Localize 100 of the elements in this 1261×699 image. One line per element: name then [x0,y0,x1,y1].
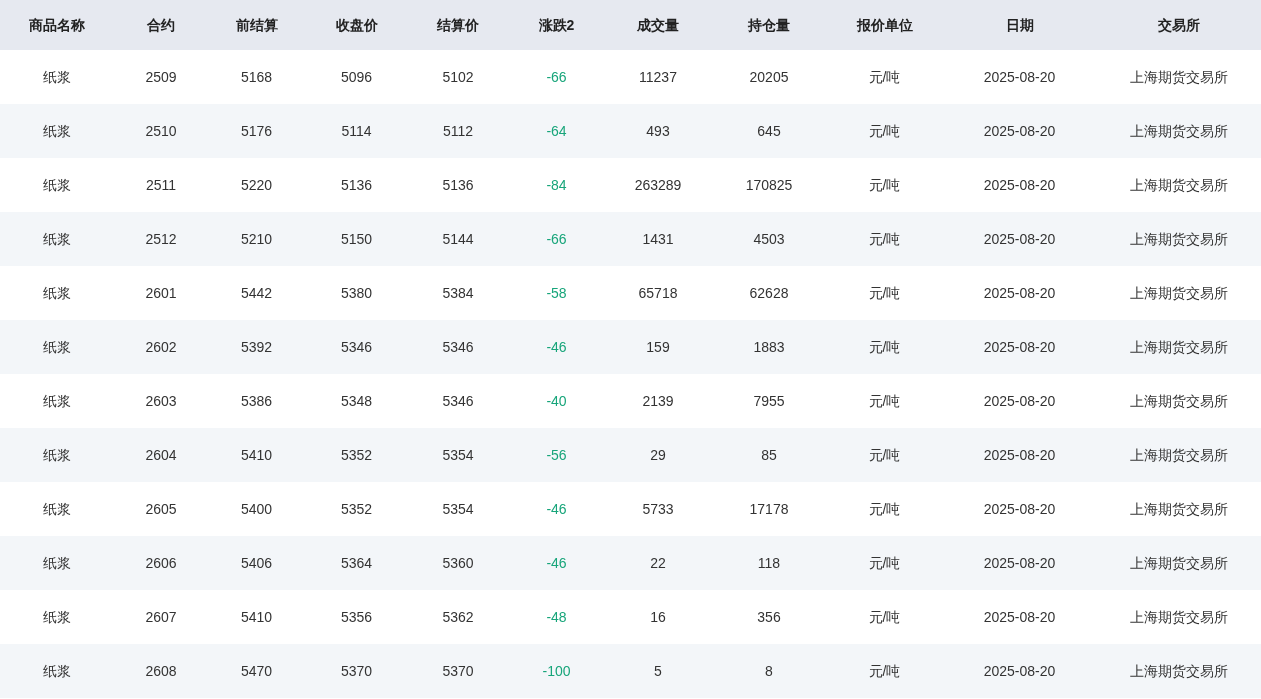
table-cell-text: 493 [646,121,670,141]
table-cell-text: 5442 [240,283,273,303]
table-cell-text: 5400 [240,499,273,519]
table-cell-text: 元/吨 [868,553,901,573]
table-cell-text: 5352 [340,499,373,519]
table-cell-text: 纸浆 [43,229,71,249]
table-cell-text: 65718 [638,283,678,303]
table-cell-text: 5114 [341,121,372,141]
table-cell-text: 上海期货交易所 [1130,121,1228,141]
table-cell-text: 2025-08-20 [983,661,1056,681]
table-cell-text: 上海期货交易所 [1130,337,1228,357]
table-cell-text: 5410 [240,607,273,627]
table-cell-text: 5354 [442,499,474,519]
table-cell-text: 5386 [240,391,273,411]
table-cell-text: 元/吨 [868,229,901,249]
table-cell-text: 5346 [442,337,474,357]
table-cell-text: 纸浆 [43,391,71,411]
table-cell-text: 5210 [240,229,273,249]
table-cell-text: 5112 [442,121,474,141]
column-header: 日期 [1005,15,1034,35]
table-cell-text: 上海期货交易所 [1130,553,1228,573]
column-header: 报价单位 [856,15,913,35]
price-change-cell-text: -66 [546,229,567,249]
table-cell-text: 2025-08-20 [983,121,1056,141]
table-cell-text: 纸浆 [43,499,71,519]
table-cell-text: 上海期货交易所 [1130,229,1228,249]
table-cell-text: 上海期货交易所 [1130,607,1228,627]
table-cell-text: 5370 [442,661,474,681]
table-cell-text: 2025-08-20 [983,229,1056,249]
table-cell-text: 5150 [340,229,373,249]
table-cell-text: 纸浆 [43,121,71,141]
table-cell-text: 7955 [753,391,785,411]
table-cell-text: 5384 [442,283,474,303]
price-change-cell-text: -40 [546,391,567,411]
price-change-cell-text: -84 [546,175,567,195]
table-cell-text: 2601 [145,283,177,303]
table-cell-text: 纸浆 [43,67,71,87]
table-cell-text: 5346 [340,337,373,357]
price-change-cell-text: -64 [546,121,567,141]
table-cell-text: 纸浆 [43,607,71,627]
column-header: 持仓量 [748,15,790,35]
table-cell-text: 5380 [340,283,373,303]
table-cell-text: 2509 [145,67,177,87]
price-change-cell-text: -46 [546,499,567,519]
table-cell-text: 2025-08-20 [983,607,1056,627]
table-cell-text: 5406 [240,553,273,573]
table-cell-text: 上海期货交易所 [1130,499,1228,519]
table-cell-text: 62628 [749,283,789,303]
table-cell-text: 2025-08-20 [983,391,1056,411]
table-cell-text: 645 [757,121,781,141]
table-cell-text: 5176 [240,121,273,141]
price-change-cell-text: -46 [546,337,567,357]
table-cell-text: 5356 [340,607,373,627]
table-cell-text: 元/吨 [868,67,901,87]
table-cell-text: 5348 [340,391,373,411]
table-cell-text: 5168 [240,67,273,87]
table-cell-text: 5102 [442,67,474,87]
table-cell-text: 118 [757,553,781,573]
column-header: 前结算 [235,15,278,35]
table-cell-text: 5370 [340,661,373,681]
table-cell-text: 2512 [145,229,177,249]
table-cell-text: 上海期货交易所 [1130,391,1228,411]
table-cell-text: 5354 [442,445,474,465]
table-cell-text: 29 [650,445,666,465]
table-cell-text: 263289 [634,175,682,195]
table-cell-text: 4503 [753,229,785,249]
table-cell-text: 纸浆 [43,661,71,681]
table-cell-text: 5364 [340,553,373,573]
table-cell-text: 85 [761,445,777,465]
table-cell-text: 元/吨 [868,607,901,627]
table-cell-text: 2607 [145,607,177,627]
table-cell-text: 11237 [639,67,677,87]
table-cell-text: 5 [654,661,662,681]
table-cell-text: 2025-08-20 [983,67,1056,87]
table-cell-text: 5144 [442,229,474,249]
table-cell-text: 纸浆 [43,283,71,303]
table-cell-text: 5733 [642,499,674,519]
table-cell-text: 元/吨 [868,121,901,141]
table-cell-text: 5360 [442,553,474,573]
table-cell-text: 5096 [340,67,373,87]
table-cell-text: 5470 [240,661,273,681]
price-change-cell-text: -58 [546,283,567,303]
table-cell-text: 2025-08-20 [983,175,1056,195]
table-cell-text: 5220 [240,175,273,195]
table-cell-text: 22 [650,553,666,573]
column-header: 成交量 [637,15,679,35]
table-cell-text: 1883 [753,337,785,357]
table-cell-text: 纸浆 [43,445,71,465]
table-cell-text: 上海期货交易所 [1130,661,1228,681]
column-header: 商品名称 [29,15,85,35]
table-cell-text: 8 [765,661,773,681]
table-cell-text: 元/吨 [868,175,901,195]
table-cell-text: 20205 [749,67,789,87]
table-cell-text: 5392 [240,337,273,357]
column-header: 收盘价 [335,15,378,35]
table-cell-text: 2608 [145,661,177,681]
table-cell-text: 2025-08-20 [983,283,1056,303]
table-cell-text: 5346 [442,391,474,411]
table-cell-text: 元/吨 [868,391,901,411]
table-cell-text: 上海期货交易所 [1130,175,1228,195]
